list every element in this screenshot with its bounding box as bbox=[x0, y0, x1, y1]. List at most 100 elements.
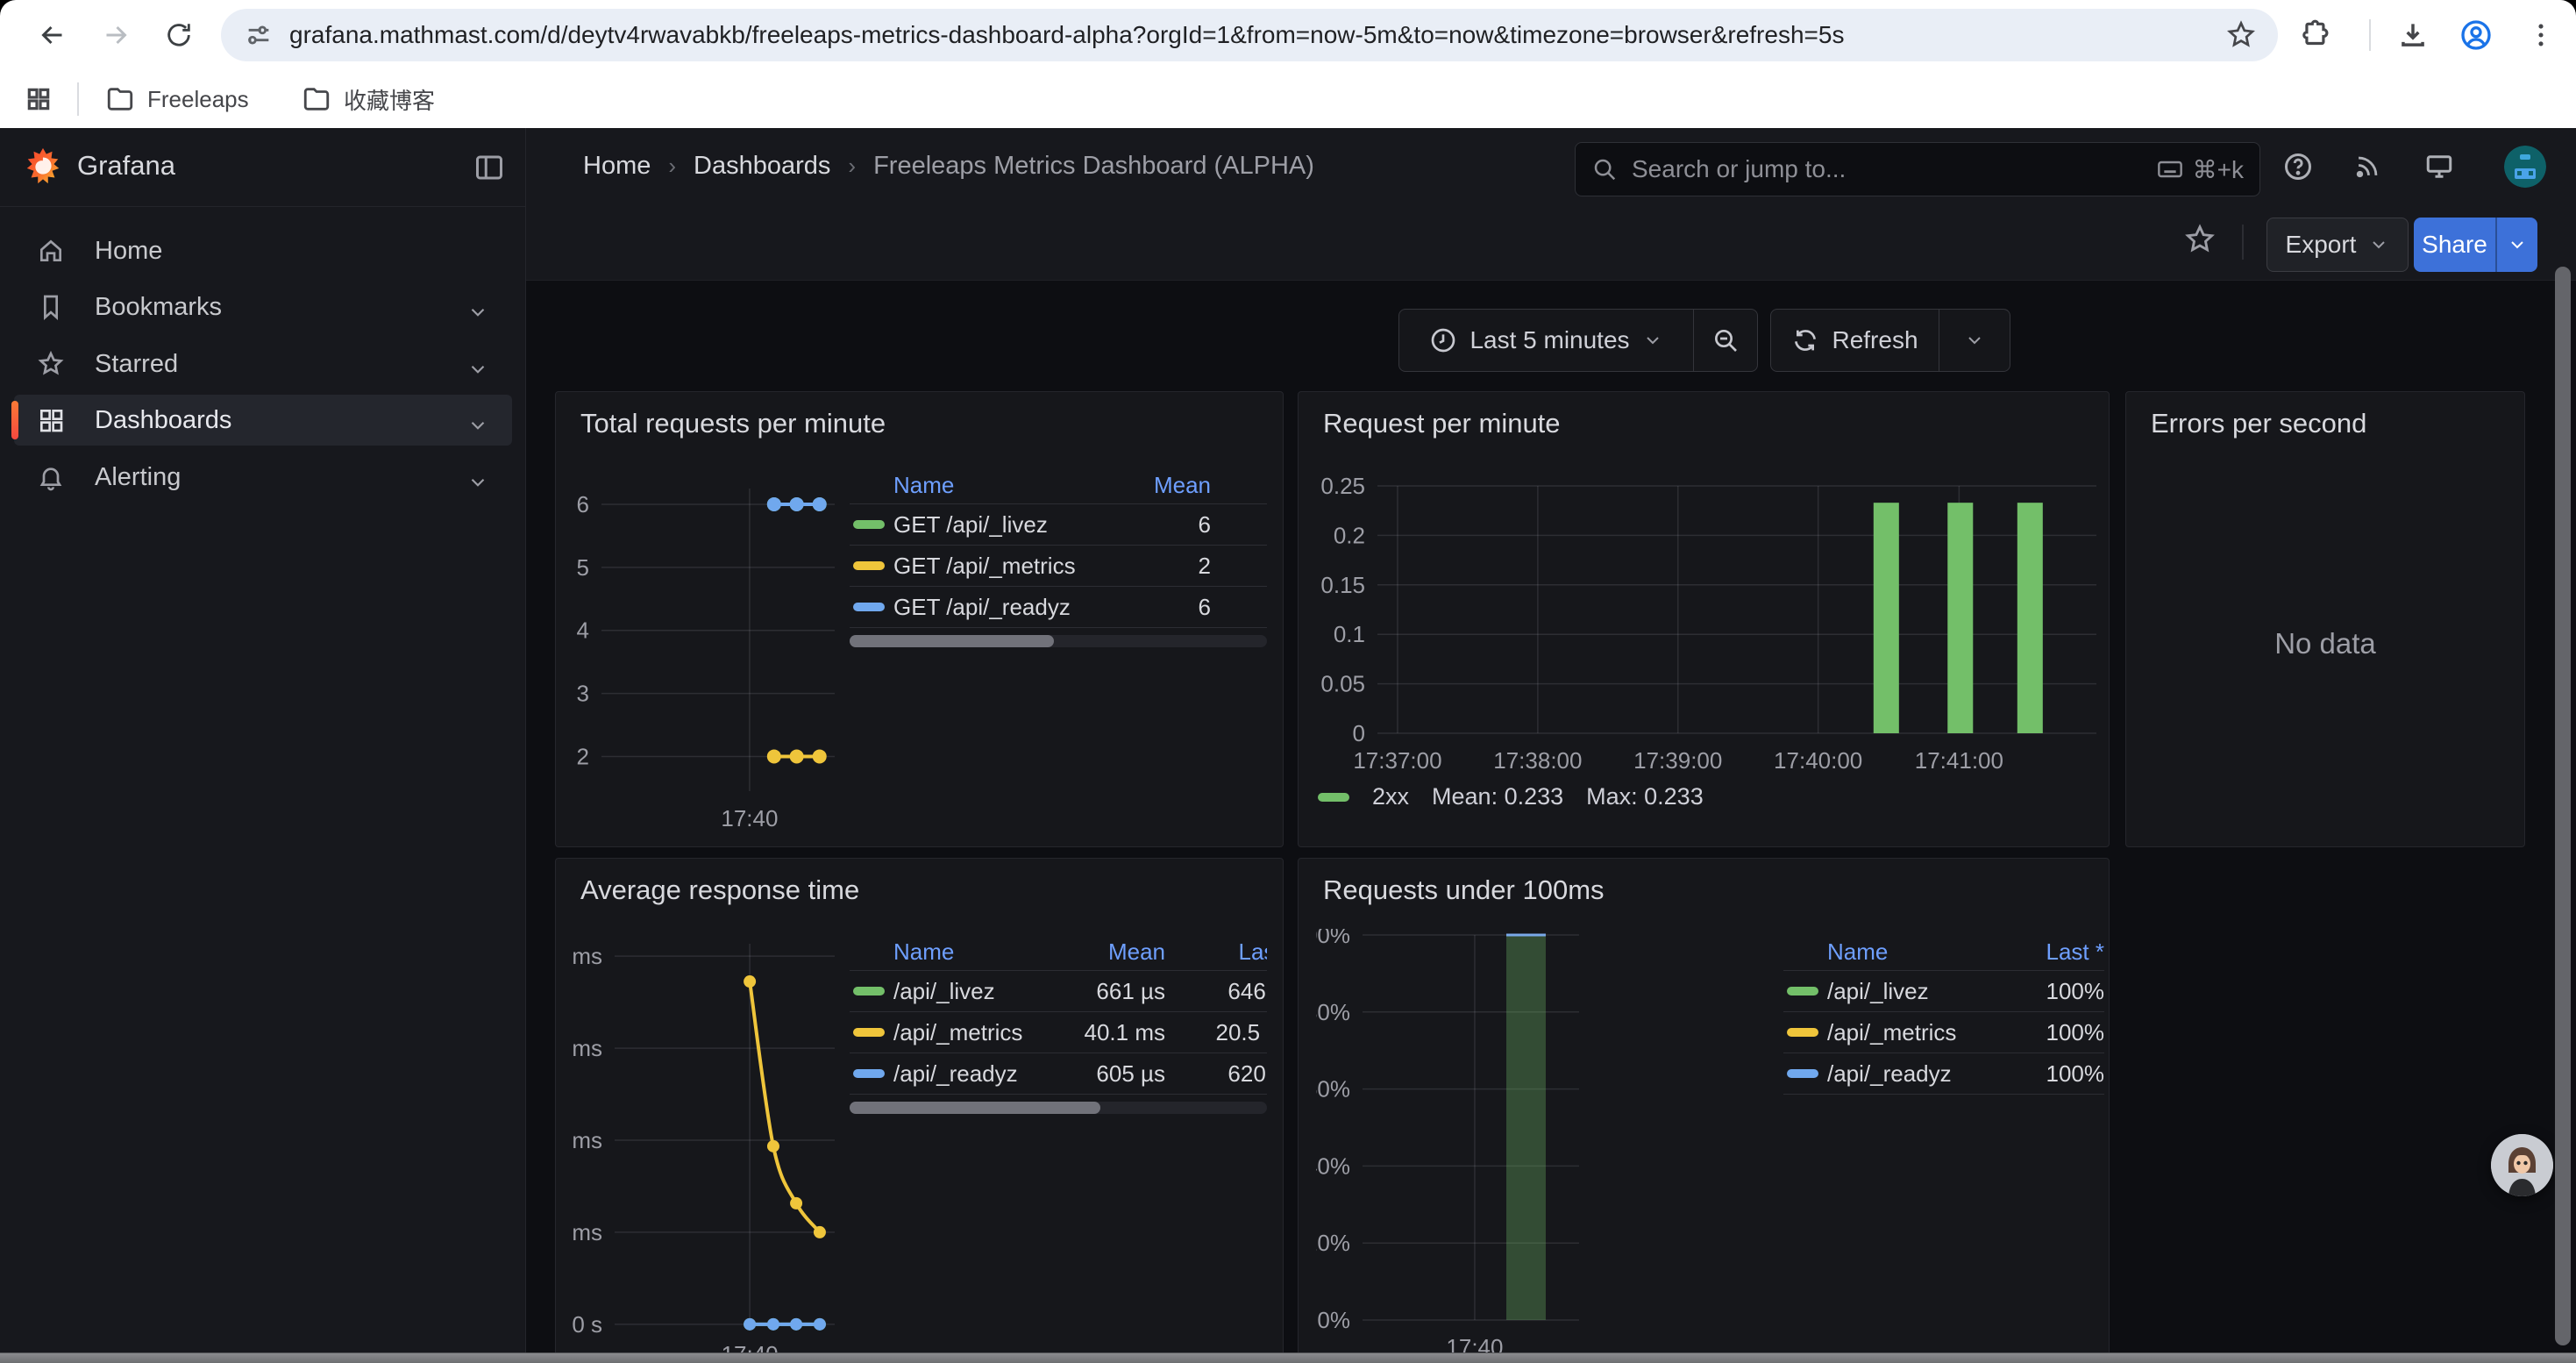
help-icon[interactable] bbox=[2275, 144, 2321, 189]
chevron-down-icon[interactable] bbox=[466, 358, 489, 381]
series-name[interactable]: /api/_metrics bbox=[1827, 1019, 1999, 1046]
breadcrumb-dashboards[interactable]: Dashboards bbox=[694, 152, 830, 181]
news-rss-icon[interactable] bbox=[2345, 144, 2390, 189]
legend-hscrollbar[interactable] bbox=[850, 635, 1267, 647]
legend-row[interactable]: /api/_metrics 40.1 ms 20.5 ms bbox=[850, 1012, 1267, 1053]
panel-title[interactable]: Total requests per minute bbox=[580, 408, 886, 439]
panel-average-response-time[interactable]: Average response time 80 ms60 ms40 ms20 … bbox=[555, 858, 1284, 1363]
series-name[interactable]: /api/_livez bbox=[1827, 978, 1999, 1005]
reload-icon[interactable] bbox=[158, 14, 200, 56]
legend-row[interactable]: /api/_readyz 605 µs 620 µs bbox=[850, 1053, 1267, 1095]
series-name[interactable]: 2xx bbox=[1372, 783, 1409, 810]
series-name[interactable]: /api/_readyz bbox=[1827, 1060, 1999, 1088]
series-name[interactable]: GET /api/_livez bbox=[893, 511, 1114, 539]
chart-total-requests[interactable]: 6543217:40 bbox=[570, 480, 849, 839]
back-icon[interactable] bbox=[32, 14, 74, 56]
legend-row[interactable]: /api/_metrics 100% bbox=[1783, 1012, 2104, 1053]
breadcrumb-home[interactable]: Home bbox=[583, 152, 651, 181]
sidebar-item-bookmarks[interactable]: Bookmarks bbox=[14, 282, 512, 332]
panel-total-requests-per-minute[interactable]: Total requests per minute 6543217:40 Nam… bbox=[555, 391, 1284, 847]
refresh-interval-dropdown[interactable] bbox=[1939, 310, 2010, 371]
apps-grid-icon[interactable] bbox=[12, 79, 65, 119]
svg-text:60 ms: 60 ms bbox=[570, 1035, 602, 1061]
site-settings-icon[interactable] bbox=[244, 20, 274, 50]
panel-title[interactable]: Errors per second bbox=[2151, 408, 2366, 439]
grafana-logo-icon[interactable] bbox=[23, 146, 63, 187]
panel-requests-under-100ms[interactable]: Requests under 100ms 100%80%60%40%20%0%1… bbox=[1298, 858, 2110, 1363]
legend-hscrollbar[interactable] bbox=[850, 1102, 1267, 1114]
chart-request-per-minute[interactable]: 0.250.20.150.10.05017:37:0017:38:0017:39… bbox=[1316, 467, 2096, 774]
series-name[interactable]: /api/_livez bbox=[893, 978, 1060, 1005]
bookmark-star-icon[interactable] bbox=[2225, 19, 2257, 51]
svg-text:20 ms: 20 ms bbox=[570, 1219, 602, 1245]
dock-menu-icon[interactable] bbox=[473, 152, 505, 183]
legend-col-name[interactable]: Name bbox=[893, 472, 1114, 499]
sidebar-item-dashboards[interactable]: Dashboards bbox=[14, 395, 512, 446]
chart-average-response-time[interactable]: 80 ms60 ms40 ms20 ms0 s17:40 bbox=[570, 933, 849, 1363]
user-avatar[interactable] bbox=[2504, 146, 2546, 188]
legend-row[interactable]: GET /api/_metrics 2 bbox=[850, 546, 1267, 587]
legend-col-last[interactable]: Last * bbox=[1999, 938, 2104, 966]
legend-row[interactable]: /api/_livez 100% bbox=[1783, 971, 2104, 1012]
legend-row[interactable]: GET /api/_livez 6 bbox=[850, 504, 1267, 546]
panel-title[interactable]: Requests under 100ms bbox=[1323, 874, 1605, 906]
share-label[interactable]: Share bbox=[2414, 218, 2495, 272]
vertical-scrollbar[interactable] bbox=[2555, 267, 2571, 1345]
zoom-out-button[interactable] bbox=[1693, 310, 1757, 371]
panel-errors-per-second[interactable]: Errors per second No data bbox=[2125, 391, 2525, 847]
legend-row[interactable]: GET /api/_readyz 6 bbox=[850, 587, 1267, 628]
legend-col-name[interactable]: Name bbox=[1827, 938, 1999, 966]
svg-text:5: 5 bbox=[577, 554, 589, 581]
export-button[interactable]: Export bbox=[2266, 218, 2409, 272]
panel-title[interactable]: Request per minute bbox=[1323, 408, 1561, 439]
legend-table: Name Mean Last * /api/_livez 661 µs 646 … bbox=[850, 934, 1267, 1114]
forward-icon[interactable] bbox=[95, 14, 137, 56]
monitor-icon[interactable] bbox=[2416, 144, 2462, 189]
series-name[interactable]: /api/_metrics bbox=[893, 1019, 1060, 1046]
favorite-dashboard-star-icon[interactable] bbox=[2180, 219, 2220, 260]
bookmark-folder-blogs[interactable]: 收藏博客 bbox=[289, 79, 447, 119]
panel-title[interactable]: Average response time bbox=[580, 874, 859, 906]
menu-kebab-icon[interactable] bbox=[2520, 14, 2562, 56]
refresh-icon bbox=[1791, 326, 1819, 354]
horizontal-scrollbar[interactable] bbox=[0, 1352, 2576, 1363]
chevron-down-icon[interactable] bbox=[466, 301, 489, 324]
refresh-button[interactable]: Refresh bbox=[1771, 310, 1939, 371]
address-bar[interactable]: grafana.mathmast.com/d/deytv4rwavabkb/fr… bbox=[221, 9, 2278, 61]
series-name[interactable]: GET /api/_metrics bbox=[893, 553, 1114, 580]
chevron-down-icon[interactable] bbox=[466, 471, 489, 494]
chart-requests-under-100ms[interactable]: 100%80%60%40%20%0%17:40 bbox=[1316, 929, 1605, 1363]
bookmark-label: Freeleaps bbox=[147, 86, 249, 113]
series-name[interactable]: GET /api/_readyz bbox=[893, 594, 1114, 621]
chevron-down-icon[interactable] bbox=[466, 414, 489, 437]
panel-request-per-minute[interactable]: Request per minute 0.250.20.150.10.05017… bbox=[1298, 391, 2110, 847]
chevron-down-icon bbox=[1642, 330, 1663, 351]
share-menu-chevron-icon[interactable] bbox=[2495, 218, 2537, 272]
refresh-label: Refresh bbox=[1832, 326, 1918, 354]
time-range-picker[interactable]: Last 5 minutes bbox=[1399, 310, 1693, 371]
share-button[interactable]: Share bbox=[2414, 218, 2537, 272]
clock-icon bbox=[1429, 326, 1457, 354]
legend-col-mean[interactable]: Mean bbox=[1060, 938, 1165, 966]
profile-icon[interactable] bbox=[2455, 14, 2497, 56]
legend-col-name[interactable]: Name bbox=[893, 938, 1060, 966]
sidebar-item-home[interactable]: Home bbox=[14, 225, 512, 276]
bookmark-folder-freeleaps[interactable]: Freeleaps bbox=[93, 79, 261, 119]
extensions-icon[interactable] bbox=[2295, 14, 2338, 56]
search-input[interactable]: Search or jump to... ⌘+k bbox=[1575, 142, 2260, 196]
legend-row[interactable]: /api/_readyz 100% bbox=[1783, 1053, 2104, 1095]
legend-row[interactable]: /api/_livez 661 µs 646 µs bbox=[850, 971, 1267, 1012]
downloads-icon[interactable] bbox=[2392, 14, 2434, 56]
bookmark-label: 收藏博客 bbox=[344, 83, 435, 116]
app-title: Grafana bbox=[77, 150, 175, 182]
series-last: 100% bbox=[1999, 978, 2104, 1005]
url-text[interactable]: grafana.mathmast.com/d/deytv4rwavabkb/fr… bbox=[289, 21, 2225, 49]
legend-col-mean[interactable]: Mean bbox=[1114, 472, 1211, 499]
legend-inline[interactable]: 2xx Mean: 0.233 Max: 0.233 bbox=[1318, 783, 1704, 810]
sidebar-item-alerting[interactable]: Alerting bbox=[14, 452, 512, 503]
series-name[interactable]: /api/_readyz bbox=[893, 1060, 1060, 1088]
series-color-pill bbox=[853, 1028, 885, 1037]
legend-col-last[interactable]: Last * bbox=[1165, 938, 1267, 966]
sidebar-item-starred[interactable]: Starred bbox=[14, 339, 512, 389]
floating-assistant-avatar[interactable] bbox=[2491, 1134, 2553, 1196]
